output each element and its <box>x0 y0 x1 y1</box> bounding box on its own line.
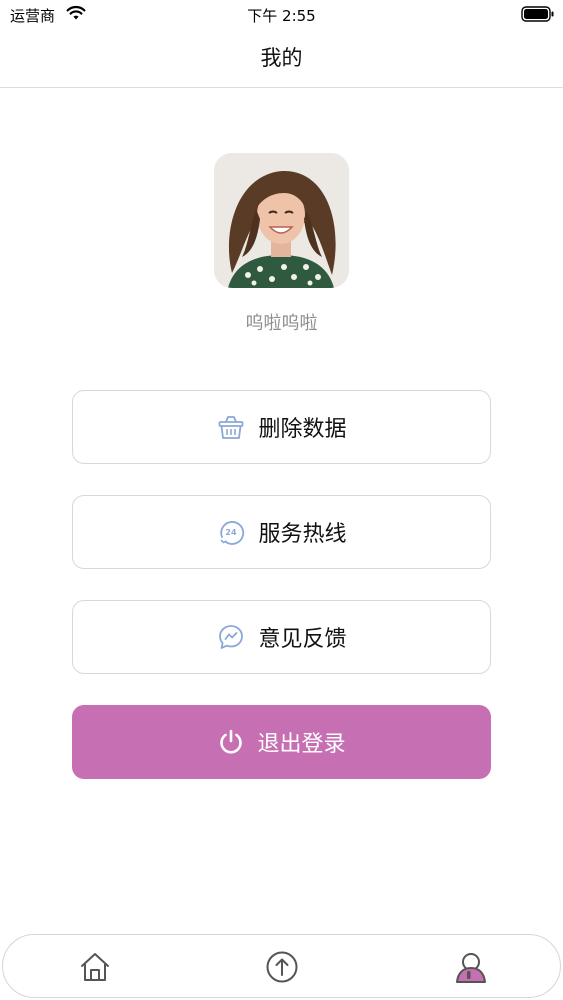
tab-home[interactable] <box>77 949 113 985</box>
tab-profile[interactable] <box>453 949 489 985</box>
logout-button[interactable]: 退出登录 <box>72 705 491 779</box>
tab-upload[interactable] <box>264 949 300 985</box>
basket-icon <box>216 412 246 442</box>
logout-label: 退出登录 <box>257 732 346 757</box>
service-hotline-button[interactable]: 24 服务热线 <box>72 495 491 569</box>
delete-data-label: 删除数据 <box>258 417 347 442</box>
avatar-image <box>214 153 349 288</box>
tab-bar <box>2 934 561 998</box>
battery-icon <box>521 6 555 26</box>
profile-screen: 运营商 下午 2:55 我的 呜啦呜啦 删除数据 24 服务热线 意见反馈 退出… <box>0 0 563 1000</box>
power-icon <box>217 728 245 756</box>
feedback-chat-icon <box>216 622 246 652</box>
nav-bar: 我的 <box>0 30 563 88</box>
home-icon <box>81 953 109 981</box>
delete-data-button[interactable]: 删除数据 <box>72 390 491 464</box>
upload-circle-icon <box>266 951 298 983</box>
clock-label: 下午 2:55 <box>247 7 316 25</box>
svg-text:24: 24 <box>226 528 238 537</box>
feedback-button[interactable]: 意见反馈 <box>72 600 491 674</box>
username: 呜啦呜啦 <box>245 313 318 334</box>
status-bar: 运营商 下午 2:55 <box>0 0 563 30</box>
profile-icon <box>456 953 486 983</box>
feedback-label: 意见反馈 <box>258 627 347 652</box>
hotline-24-icon: 24 <box>216 517 246 547</box>
avatar[interactable] <box>214 153 349 288</box>
page-title: 我的 <box>260 46 303 70</box>
service-hotline-label: 服务热线 <box>258 522 347 547</box>
